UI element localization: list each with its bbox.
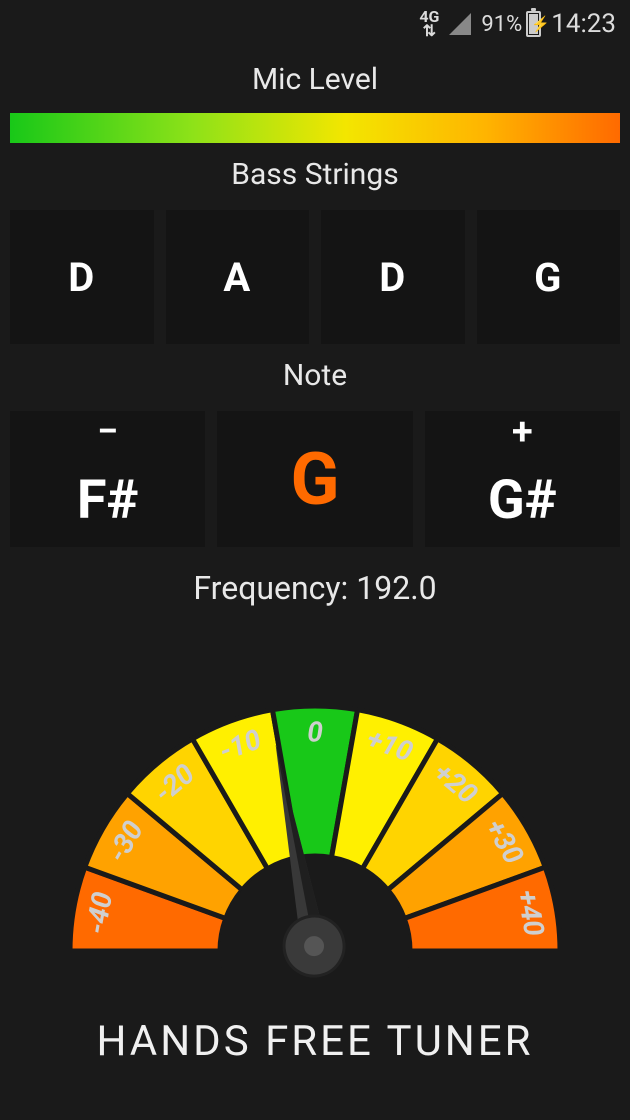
string-button-3[interactable]: G bbox=[477, 210, 621, 344]
note-next-button[interactable]: + G# bbox=[425, 411, 620, 547]
note-current-label: G bbox=[290, 411, 339, 547]
note-row: − F# G + G# bbox=[10, 411, 620, 547]
clock: 14:23 bbox=[551, 9, 616, 39]
strings-row: D A D G bbox=[10, 210, 620, 344]
cents-gauge: -40-30-20-100+10+20+30+40 bbox=[35, 671, 595, 981]
note-title: Note bbox=[0, 358, 630, 393]
signal-icon bbox=[449, 13, 471, 35]
note-prev-button[interactable]: − F# bbox=[10, 411, 205, 547]
frequency-readout: Frequency: 192.0 bbox=[0, 569, 630, 607]
string-button-2[interactable]: D bbox=[321, 210, 465, 344]
app-title: HANDS FREE TUNER bbox=[0, 1017, 630, 1066]
bass-strings-title: Bass Strings bbox=[0, 157, 630, 192]
plus-icon: + bbox=[512, 411, 533, 453]
battery-icon: ⚡ bbox=[526, 11, 541, 37]
note-prev-label: F# bbox=[77, 453, 139, 547]
frequency-value: 192.0 bbox=[356, 569, 436, 607]
note-current[interactable]: G bbox=[217, 411, 412, 547]
battery-indicator: 91% ⚡ bbox=[481, 11, 541, 37]
status-bar: 4G⇅ 91% ⚡ 14:23 bbox=[0, 0, 630, 48]
string-button-1[interactable]: A bbox=[166, 210, 310, 344]
minus-icon: − bbox=[97, 411, 118, 453]
svg-text:0: 0 bbox=[307, 715, 323, 748]
frequency-label: Frequency: bbox=[193, 569, 348, 607]
mic-level-title: Mic Level bbox=[0, 62, 630, 97]
mic-level-bar bbox=[10, 113, 620, 143]
string-button-0[interactable]: D bbox=[10, 210, 154, 344]
network-indicator: 4G⇅ bbox=[419, 10, 439, 38]
note-next-label: G# bbox=[488, 453, 557, 547]
battery-pct: 91% bbox=[481, 12, 522, 37]
